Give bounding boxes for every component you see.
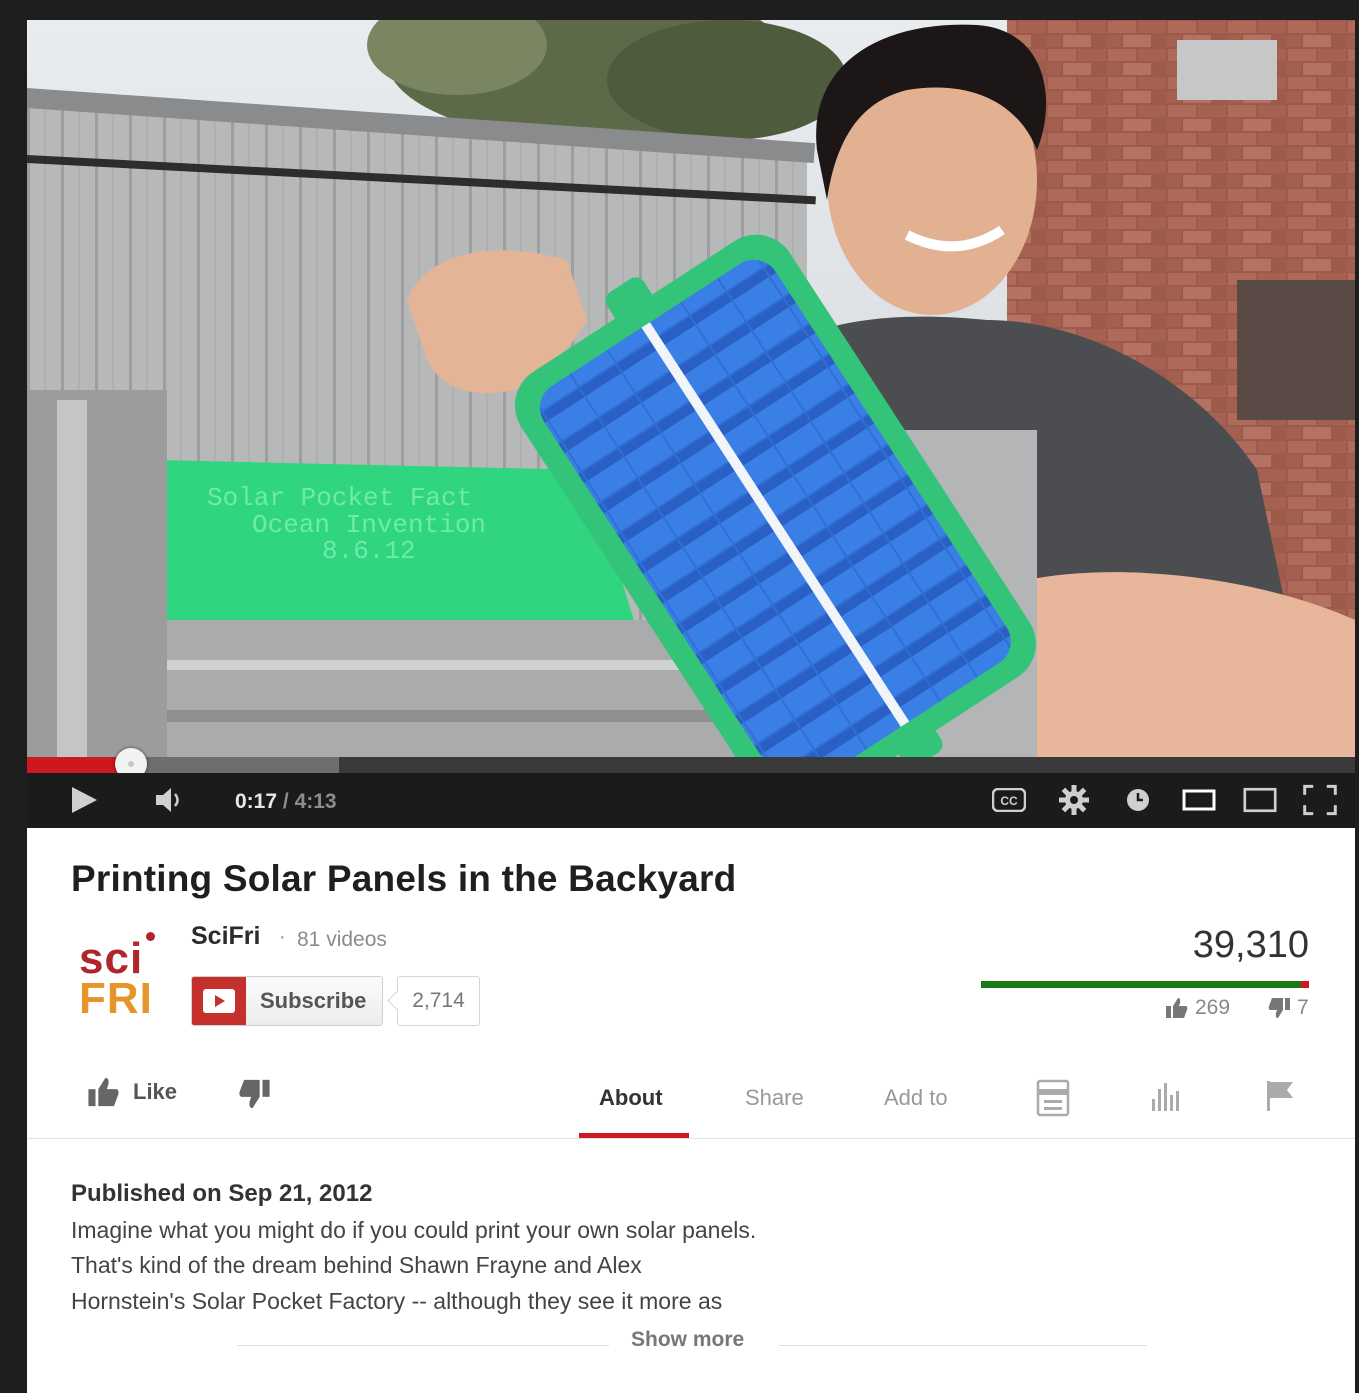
publish-date: Published on Sep 21, 2012	[71, 1180, 373, 1207]
subscribe-button[interactable]: Subscribe	[191, 976, 383, 1026]
video-title: Printing Solar Panels in the Backyard	[71, 858, 737, 899]
description-line: That's kind of the dream behind Shawn Fr…	[71, 1252, 642, 1278]
like-count-display: 269	[1165, 996, 1230, 1020]
view-count: 39,310	[1192, 924, 1309, 966]
play-button[interactable]	[67, 783, 101, 817]
dislike-count-display: 7	[1267, 996, 1309, 1020]
subscribe-label: Subscribe	[260, 988, 367, 1013]
flag-icon	[1267, 1081, 1293, 1111]
like-ratio-dislikes	[1300, 981, 1309, 988]
report-button[interactable]	[1263, 1079, 1297, 1118]
like-ratio-likes	[981, 981, 1301, 988]
play-icon	[72, 787, 97, 813]
overlay-text-1: Solar Pocket Fact	[207, 483, 472, 513]
thumbs-up-icon	[88, 1077, 119, 1107]
small-player-icon	[1182, 789, 1216, 811]
transcript-button[interactable]	[1036, 1079, 1070, 1122]
section-divider	[27, 1138, 1355, 1139]
dislike-button[interactable]	[237, 1078, 271, 1115]
small-player-button[interactable]	[1182, 783, 1216, 817]
watch-later-icon	[1127, 789, 1149, 811]
show-more-divider-right	[779, 1345, 1147, 1346]
thumbs-down-small-icon	[1268, 998, 1290, 1018]
captions-button[interactable]: CC	[992, 783, 1026, 817]
like-ratio-bar	[981, 981, 1309, 988]
tab-share[interactable]: Share	[745, 1085, 804, 1111]
overlay-text-3: 8.6.12	[322, 536, 416, 566]
duration: 4:13	[294, 790, 337, 813]
video-player[interactable]: Solar Pocket Fact Ocean Invention 8.6.12	[27, 20, 1355, 828]
player-controls: 0:17 / 4:13 CC	[27, 773, 1355, 828]
show-more-button[interactable]: Show more	[631, 1328, 744, 1352]
subscriber-count: 2,714	[397, 976, 480, 1026]
channel-name[interactable]: SciFri	[191, 922, 260, 951]
seek-bar[interactable]	[27, 748, 1355, 780]
svg-text:CC: CC	[1000, 794, 1018, 808]
cc-icon: CC	[992, 788, 1026, 812]
large-player-button[interactable]	[1243, 783, 1277, 817]
like-button[interactable]: Like	[87, 1076, 177, 1108]
large-player-icon	[1243, 787, 1277, 813]
video-frame: Solar Pocket Fact Ocean Invention 8.6.12	[27, 20, 1355, 757]
settings-gear-icon	[1059, 785, 1089, 815]
logo-dot	[146, 932, 155, 941]
tab-about[interactable]: About	[599, 1085, 663, 1111]
thumbs-down-icon	[239, 1079, 270, 1109]
video-page: Solar Pocket Fact Ocean Invention 8.6.12	[27, 20, 1355, 1393]
time-display: 0:17 / 4:13	[235, 790, 337, 814]
fullscreen-button[interactable]	[1303, 783, 1337, 817]
like-label: Like	[133, 1079, 178, 1104]
channel-logo[interactable]: sci FRI	[79, 932, 165, 1024]
current-time: 0:17	[235, 790, 278, 813]
description-line: Imagine what you might do if you could p…	[71, 1217, 757, 1243]
logo-text-fri: FRI	[79, 974, 153, 1023]
youtube-icon	[192, 977, 246, 1025]
volume-button[interactable]	[153, 783, 187, 817]
dislike-count: 7	[1297, 996, 1309, 1019]
watch-later-button[interactable]	[1121, 783, 1155, 817]
thumbs-up-small-icon	[1166, 998, 1188, 1018]
settings-button[interactable]	[1057, 783, 1091, 817]
description-line: Hornstein's Solar Pocket Factory -- alth…	[71, 1288, 723, 1314]
volume-icon	[156, 788, 179, 812]
transcript-icon	[1036, 1079, 1070, 1117]
show-more-divider-left	[237, 1345, 609, 1346]
stats-icon	[1152, 1083, 1179, 1111]
tab-add-to[interactable]: Add to	[884, 1085, 948, 1111]
stats-button[interactable]	[1149, 1079, 1183, 1118]
time-separator: /	[282, 790, 289, 813]
channel-video-count[interactable]: 81 videos	[297, 928, 387, 952]
fullscreen-icon	[1303, 784, 1337, 816]
channel-separator: ·	[279, 926, 286, 948]
like-count: 269	[1195, 996, 1231, 1019]
